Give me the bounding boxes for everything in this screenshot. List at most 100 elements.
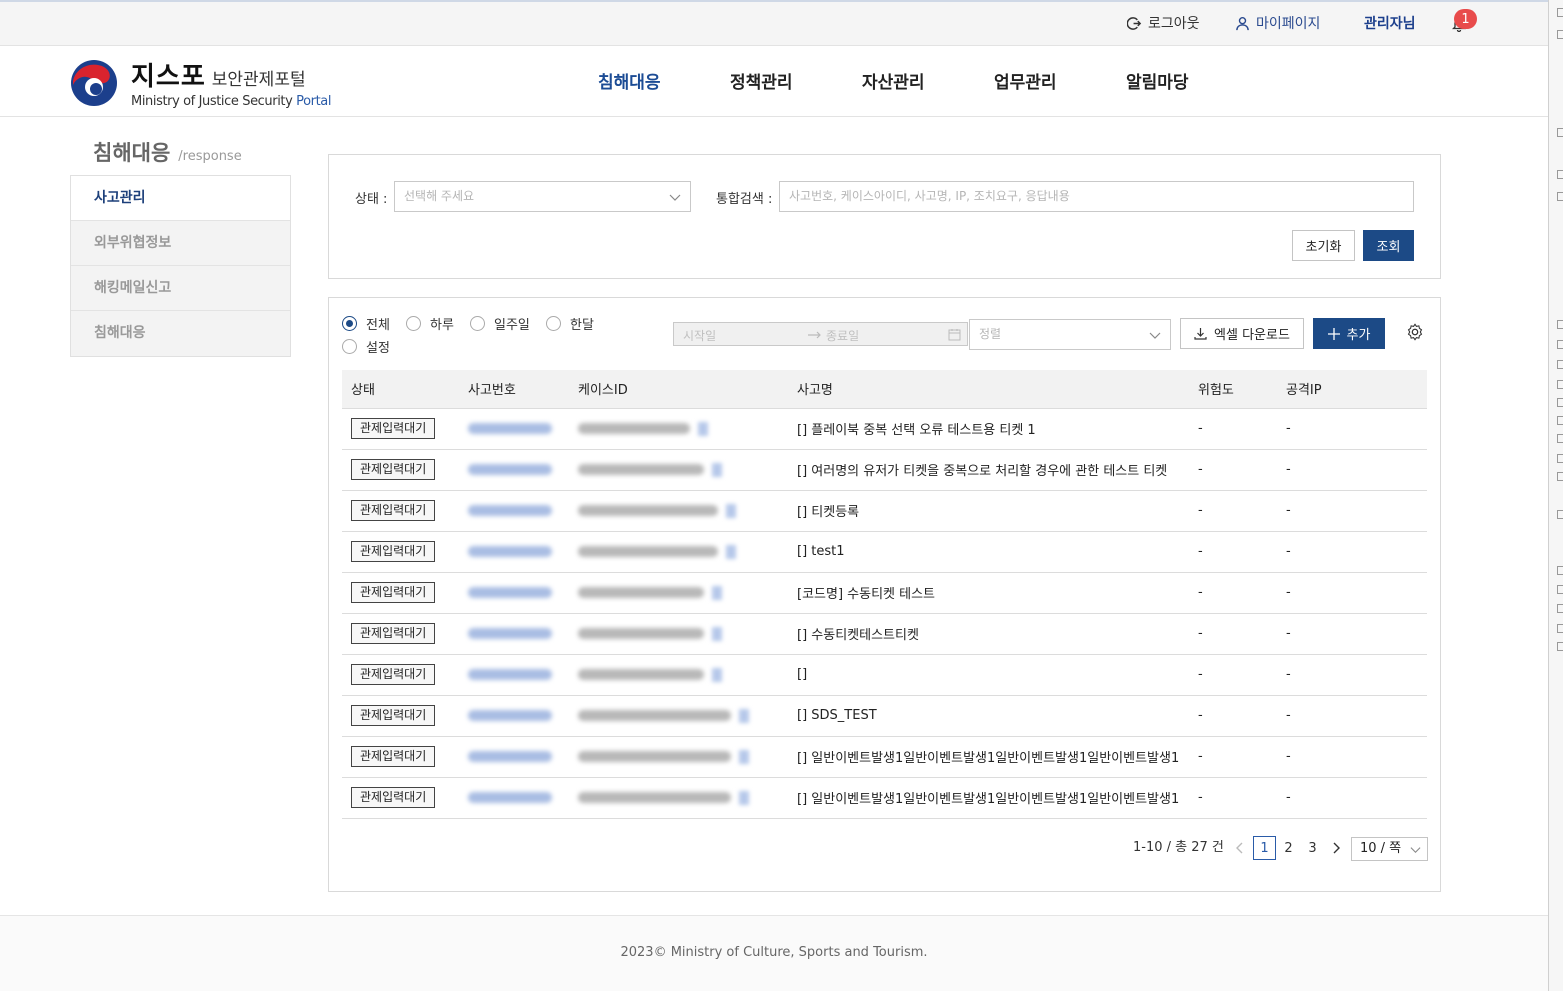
incident-name-cell[interactable]: [] 플레이북 중복 선택 오류 테스트용 티켓 1 — [788, 408, 1189, 450]
copy-icon[interactable] — [712, 667, 722, 682]
status-select[interactable]: 선택해 주세요 — [394, 181, 691, 212]
incident-no-cell[interactable] — [459, 449, 569, 491]
status-button[interactable]: 관제입력대기 — [351, 705, 436, 726]
case-id-cell[interactable] — [569, 572, 788, 614]
incident-no-cell[interactable] — [459, 490, 569, 532]
incident-name-cell[interactable]: [] 티켓등록 — [788, 490, 1189, 532]
site-logo[interactable]: 지스포 보안관제포털 Ministry of Justice Security … — [70, 56, 331, 109]
nav-notice[interactable]: 알림마당 — [1126, 68, 1189, 93]
page-2[interactable]: 2 — [1277, 836, 1300, 860]
sidebar-item-incident-management[interactable]: 사고관리 — [71, 176, 290, 221]
page-1[interactable]: 1 — [1253, 836, 1276, 860]
table-row[interactable]: 관제입력대기 [] 여러명의 유저가 티켓을 중복으로 처리할 경우에 관한 테스… — [342, 449, 1427, 491]
copy-icon[interactable] — [712, 462, 722, 477]
status-button[interactable]: 관제입력대기 — [351, 418, 436, 439]
incident-name-cell[interactable]: [] 여러명의 유저가 티켓을 중복으로 처리할 경우에 관한 테스트 티켓 — [788, 449, 1189, 491]
case-id-cell[interactable] — [569, 490, 788, 532]
copy-icon[interactable] — [739, 708, 749, 723]
period-radio-custom[interactable]: 설정 — [342, 337, 390, 356]
sidebar-item-hacking-mail-report[interactable]: 해킹메일신고 — [71, 266, 290, 311]
sort-select[interactable]: 정렬 — [969, 319, 1171, 350]
case-id-cell[interactable] — [569, 613, 788, 655]
prev-page-icon[interactable] — [1234, 841, 1246, 855]
nav-policy[interactable]: 정책관리 — [730, 68, 793, 93]
start-date-input[interactable]: 시작일 — [683, 327, 716, 344]
sidebar-item-external-threat[interactable]: 외부위협정보 — [71, 221, 290, 266]
incident-name-cell[interactable]: [코드명] 수동티켓 테스트 — [788, 572, 1189, 614]
table-row[interactable]: 관제입력대기 [] 일반이벤트발생1일반이벤트발생1일반이벤트발생1일반이벤트발생… — [342, 736, 1427, 778]
column-header-incident-name[interactable]: 사고명 — [788, 370, 1189, 409]
table-row[interactable]: 관제입력대기[] test1- - — [342, 531, 1427, 573]
table-row[interactable]: 관제입력대기[] - - — [342, 654, 1427, 696]
copy-icon[interactable] — [698, 421, 708, 436]
case-id-cell[interactable] — [569, 695, 788, 737]
status-button[interactable]: 관제입력대기 — [351, 582, 436, 603]
period-radio-all[interactable]: 전체 — [342, 314, 390, 333]
status-button[interactable]: 관제입력대기 — [351, 787, 436, 808]
case-id-cell[interactable] — [569, 531, 788, 573]
excel-download-button[interactable]: 엑셀 다운로드 — [1180, 318, 1304, 349]
period-radio-day[interactable]: 하루 — [406, 314, 454, 333]
incident-no-cell[interactable] — [459, 695, 569, 737]
copy-icon[interactable] — [726, 544, 736, 559]
notification-badge[interactable]: 1 — [1454, 9, 1477, 29]
copy-icon[interactable] — [739, 790, 749, 805]
search-button[interactable]: 조회 — [1363, 230, 1414, 261]
status-button[interactable]: 관제입력대기 — [351, 459, 436, 480]
status-button[interactable]: 관제입력대기 — [351, 623, 436, 644]
case-id-cell[interactable] — [569, 777, 788, 819]
case-id-cell[interactable] — [569, 408, 788, 450]
date-range-picker[interactable]: 시작일 종료일 — [673, 322, 968, 346]
column-header-case-id[interactable]: 케이스ID — [569, 370, 788, 409]
table-row[interactable]: 관제입력대기[] 플레이북 중복 선택 오류 테스트용 티켓 1-- — [342, 408, 1427, 450]
nav-incident-response[interactable]: 침해대응 — [598, 68, 661, 93]
incident-name-cell[interactable]: [] 일반이벤트발생1일반이벤트발생1일반이벤트발생1일반이벤트발생1 — [788, 777, 1189, 819]
incident-no-cell[interactable] — [459, 777, 569, 819]
case-id-cell[interactable] — [569, 736, 788, 778]
table-row[interactable]: 관제입력대기[] SDS_TEST - - — [342, 695, 1427, 737]
column-header-risk[interactable]: 위험도 — [1189, 370, 1277, 409]
incident-name-cell[interactable]: [] — [788, 654, 1189, 696]
logout-link[interactable]: 로그아웃 — [1126, 13, 1200, 33]
case-id-cell[interactable] — [569, 654, 788, 696]
status-button[interactable]: 관제입력대기 — [351, 541, 436, 562]
gear-icon[interactable] — [1406, 323, 1424, 341]
incident-no-cell[interactable] — [459, 613, 569, 655]
nav-work[interactable]: 업무관리 — [994, 68, 1057, 93]
incident-name-cell[interactable]: [] 수동티켓테스트티켓 — [788, 613, 1189, 655]
reset-button[interactable]: 초기화 — [1292, 230, 1355, 261]
incident-name-cell[interactable]: [] SDS_TEST — [788, 695, 1189, 737]
table-row[interactable]: 관제입력대기[] 티켓등록 - - — [342, 490, 1427, 532]
column-header-incident-no[interactable]: 사고번호 — [459, 370, 569, 409]
status-button[interactable]: 관제입력대기 — [351, 664, 436, 685]
status-button[interactable]: 관제입력대기 — [351, 746, 436, 767]
mypage-link[interactable]: 마이페이지 — [1234, 13, 1320, 33]
table-row[interactable]: 관제입력대기 [] 일반이벤트발생1일반이벤트발생1일반이벤트발생1일반이벤트발생… — [342, 777, 1427, 819]
incident-no-cell[interactable] — [459, 572, 569, 614]
incident-name-cell[interactable]: [] test1 — [788, 531, 1189, 573]
next-page-icon[interactable] — [1330, 841, 1342, 855]
add-button[interactable]: 추가 — [1313, 318, 1385, 349]
end-date-input[interactable]: 종료일 — [826, 327, 859, 344]
keyword-search-input[interactable]: 사고번호, 케이스아이디, 사고명, IP, 조치요구, 응답내용 — [779, 181, 1414, 212]
incident-no-cell[interactable] — [459, 736, 569, 778]
period-radio-month[interactable]: 한달 — [546, 314, 594, 333]
incident-no-cell[interactable] — [459, 531, 569, 573]
copy-icon[interactable] — [726, 503, 736, 518]
copy-icon[interactable] — [712, 626, 722, 641]
column-header-attack-ip[interactable]: 공격IP — [1277, 370, 1427, 409]
table-row[interactable]: 관제입력대기[] 수동티켓테스트티켓 - - — [342, 613, 1427, 655]
copy-icon[interactable] — [712, 585, 722, 600]
sidebar-item-incident-response[interactable]: 침해대응 — [71, 311, 290, 356]
table-row[interactable]: 관제입력대기 [코드명] 수동티켓 테스트 - - — [342, 572, 1427, 614]
status-button[interactable]: 관제입력대기 — [351, 500, 436, 521]
copy-icon[interactable] — [739, 749, 749, 764]
period-radio-week[interactable]: 일주일 — [470, 314, 530, 333]
nav-asset[interactable]: 자산관리 — [862, 68, 925, 93]
incident-no-cell[interactable] — [459, 408, 569, 450]
incident-name-cell[interactable]: [] 일반이벤트발생1일반이벤트발생1일반이벤트발생1일반이벤트발생1 — [788, 736, 1189, 778]
page-3[interactable]: 3 — [1301, 836, 1324, 860]
case-id-cell[interactable] — [569, 449, 788, 491]
incident-no-cell[interactable] — [459, 654, 569, 696]
column-header-status[interactable]: 상태 — [342, 370, 459, 409]
